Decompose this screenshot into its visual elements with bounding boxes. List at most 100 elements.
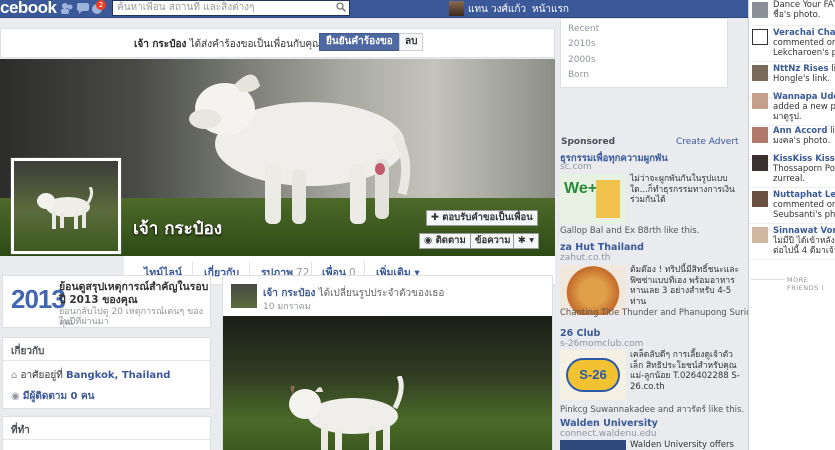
respond-friend-request-button[interactable]: ✚ ตอบรับคำขอเป็นเพื่อน xyxy=(426,210,538,226)
post-author-avatar[interactable] xyxy=(231,284,257,308)
facebook-logo[interactable]: cebook xyxy=(0,0,57,18)
respond-label: ตอบรับคำขอเป็นเพื่อน xyxy=(442,212,533,223)
puppy-illustration xyxy=(189,74,411,224)
ticker-item[interactable]: Dance Your FAT Oชื่อ's photo. xyxy=(749,0,835,26)
ticker-text: KissKiss KissendThossaporn Poonmzurreal. xyxy=(773,154,835,184)
ticker-item[interactable]: Nuttaphat Lekchcommented on PraSeubsanti… xyxy=(749,188,835,224)
ad-image-product xyxy=(596,180,620,218)
gear-menu-button[interactable]: ✱ ▾ xyxy=(513,233,540,249)
post-author-name[interactable]: เจ้า กระป๋อง xyxy=(263,288,315,299)
ticker-item[interactable]: KissKiss KissendThossaporn Poonmzurreal. xyxy=(749,152,835,188)
ad-description: ไม่ว่าจะผูกพันกันในรูปแบบใด...ก็ทำธุรกรร… xyxy=(630,174,735,205)
search-input[interactable]: ค้นหาเพื่อน สถานที่ และสิ่งต่างๆ xyxy=(112,0,350,16)
year-nav-born[interactable]: Born xyxy=(568,70,589,80)
ticker-name[interactable]: Nuttaphat Lekch xyxy=(773,190,835,200)
ad-url[interactable]: zahut.co.th xyxy=(560,253,610,263)
year-nav-2010s[interactable]: 2010s xyxy=(568,39,596,49)
year-nav-2000s[interactable]: 2000s xyxy=(568,55,596,65)
ad-image[interactable]: We+ xyxy=(560,174,626,224)
ticker-line: Lekcharoen's post. xyxy=(773,48,835,58)
about-card: เกี่ยวกับ ⌂ อาศัยอยู่ที่ Bangkok, Thaila… xyxy=(2,337,211,409)
year-nav-recent[interactable]: Recent xyxy=(568,24,599,34)
ticker-line: commented on Pra xyxy=(773,200,835,210)
create-advert-link[interactable]: Create Advert xyxy=(676,137,739,147)
friend-request-banner: เจ้า กระป๋อง ได้ส่งคำร้องขอเป็นเพื่อนกับ… xyxy=(0,28,555,58)
divider xyxy=(3,439,210,440)
ticker-avatar[interactable] xyxy=(752,93,768,109)
ad-url[interactable]: sc.com xyxy=(560,162,592,172)
ticker-line: Hongle's link. xyxy=(773,74,831,84)
search-icon[interactable] xyxy=(336,2,346,12)
ad-url[interactable]: s-26momclub.com xyxy=(560,339,643,349)
ticker-avatar[interactable] xyxy=(752,191,768,207)
profile-name[interactable]: เจ้า กระป๋อง xyxy=(133,215,222,242)
ticker-name[interactable]: KissKiss Kissend xyxy=(773,154,835,164)
confirm-request-button[interactable]: ยืนยันคำร้องขอ xyxy=(319,33,400,51)
post-puppy-illustration xyxy=(289,376,404,450)
follow-button[interactable]: ◉ ติดตาม xyxy=(419,233,471,249)
cover-photo[interactable]: เจ้า กระป๋อง ✚ ตอบรับคำขอเป็นเพื่อน ◉ ติ… xyxy=(0,59,555,256)
ad-url[interactable]: connect.waldenu.edu xyxy=(560,429,657,439)
lives-in-place[interactable]: Bangkok, Thailand xyxy=(66,370,170,381)
profile-picture[interactable] xyxy=(11,158,121,254)
ad-social-context: Pinkcg Suwannakadee and สาวรัตร์ like th… xyxy=(560,405,745,415)
requester-name[interactable]: เจ้า กระป๋อง xyxy=(134,39,186,50)
followers-count[interactable]: มีผู้ติดตาม 0 คน xyxy=(23,391,95,402)
friends-card-heading[interactable]: ที่ทำ xyxy=(11,423,30,438)
ticker-line: Seubsanti's photo: xyxy=(773,210,835,220)
follow-label: ติดตาม xyxy=(435,235,466,246)
home-link[interactable]: หน้าแรก xyxy=(532,2,569,17)
ad-title[interactable]: Walden University xyxy=(560,418,658,429)
ticker-line: ชื่อ's photo. xyxy=(773,10,821,20)
ticker-name[interactable]: Verachai Chanth xyxy=(773,28,835,38)
ticker-name[interactable]: Wannapa Udomv xyxy=(773,92,835,102)
rss-icon: ◉ xyxy=(424,235,436,246)
ticker-avatar[interactable] xyxy=(752,65,768,81)
message-button[interactable]: ข้อความ xyxy=(470,233,516,249)
user-avatar[interactable] xyxy=(449,1,464,16)
ticker-item[interactable]: Sinnawat Vorasitไม่มีปี ได้เข้าหลังเลิต่… xyxy=(749,224,835,260)
ad-title[interactable]: 26 Club xyxy=(560,328,600,339)
year-review-title[interactable]: ย้อนดูสรุปเหตุการณ์สำคัญในรอบปี 2013 ของ… xyxy=(59,281,209,307)
sponsored-heading: Sponsored xyxy=(561,137,616,147)
rss-icon: ◉ xyxy=(11,391,23,402)
user-name-link[interactable]: แทน วงศ์แก้ว xyxy=(468,2,526,17)
ticker-avatar[interactable] xyxy=(752,227,768,243)
friends-card: ที่ทำ xyxy=(2,416,211,450)
post-photo[interactable] xyxy=(223,316,552,450)
ticker-name[interactable]: Ann Accord xyxy=(773,126,827,136)
ticker-avatar[interactable] xyxy=(752,2,768,18)
followers-row: ◉ มีผู้ติดตาม 0 คน xyxy=(11,389,95,404)
ticker-name[interactable]: Sinnawat Vorasit xyxy=(773,226,835,236)
ad-description: ต้มต๊อง ! ทริปนี้มีสิทธิ์ชนะและฟิซซ่าแบบ… xyxy=(630,265,740,307)
ad-title[interactable]: za Hut Thailand xyxy=(560,242,644,253)
ticker-item[interactable]: Wannapa Udomvadded a new photoมาดูรูป. xyxy=(749,90,835,126)
friend-requests-icon[interactable] xyxy=(60,1,74,15)
ad-image[interactable] xyxy=(560,440,626,450)
ticker-avatar[interactable] xyxy=(752,155,768,171)
timeline-post: เจ้า กระป๋อง ได้เปลี่ยนรูปประจำตัวของเธอ… xyxy=(222,275,553,450)
timeline-year-nav: Recent 2010s 2000s Born xyxy=(560,18,728,88)
ticker-line: Thossaporn Poonm xyxy=(773,164,835,174)
ticker-text: Wannapa Udomvadded a new photoมาดูรูป. xyxy=(773,92,835,122)
lives-in-row: ⌂ อาศัยอยู่ที่ Bangkok, Thailand xyxy=(11,368,170,383)
ad-image[interactable]: S-26 xyxy=(560,350,626,400)
ticker-name[interactable]: NttNz Rises xyxy=(773,64,829,74)
delete-request-button[interactable]: ลบ xyxy=(399,33,424,51)
more-friends-link[interactable]: MORE FRIENDS ( xyxy=(787,276,835,292)
ticker-line: มาดูรูป. xyxy=(773,112,802,122)
ticker-text: Verachai Chanthcommented on NuLekcharoen… xyxy=(773,28,835,58)
ticker-text: Nuttaphat Lekchcommented on PraSeubsanti… xyxy=(773,190,835,220)
year-in-review-card[interactable]: 2013 ย้อนดูสรุปเหตุการณ์สำคัญในรอบปี 201… xyxy=(2,275,211,328)
ticker-line: likes xyxy=(830,126,835,136)
ticker-avatar[interactable] xyxy=(752,29,768,45)
timeline-main: เจ้า กระป๋อง ได้ส่งคำร้องขอเป็นเพื่อนกับ… xyxy=(0,18,555,450)
ticker-line: Dance Your FAT O xyxy=(773,0,835,10)
ticker-item[interactable]: Verachai Chanthcommented on NuLekcharoen… xyxy=(749,26,835,62)
ticker-avatar[interactable] xyxy=(752,127,768,143)
friend-request-text: เจ้า กระป๋อง ได้ส่งคำร้องขอเป็นเพื่อนกับ… xyxy=(134,37,321,52)
about-heading[interactable]: เกี่ยวกับ xyxy=(11,344,44,359)
post-date[interactable]: 10 มกราคม xyxy=(263,299,311,313)
messages-icon[interactable] xyxy=(76,1,90,15)
respond-icon: ✚ xyxy=(431,212,443,223)
